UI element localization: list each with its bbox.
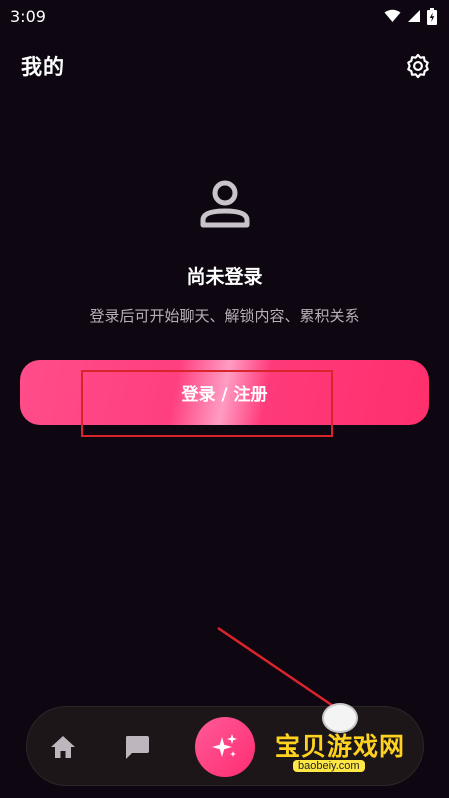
status-bar: 3:09 <box>0 0 449 32</box>
login-status: 尚未登录 <box>186 266 263 288</box>
sparkle-icon <box>212 734 237 757</box>
avatar <box>197 176 253 232</box>
battery-charging-icon <box>427 7 437 25</box>
wifi-icon <box>384 9 401 22</box>
nav-create-button[interactable] <box>195 717 255 777</box>
cell-signal-icon <box>408 10 420 22</box>
home-icon <box>51 736 75 758</box>
status-time: 3:09 <box>10 6 46 26</box>
profile-block: 尚未登录 登录后可开始聊天、解锁内容、累积关系 <box>0 176 449 326</box>
gear-icon <box>407 53 429 79</box>
bottom-nav <box>26 706 424 786</box>
login-register-label: 登录 / 注册 <box>181 385 268 405</box>
person-icon <box>200 180 249 228</box>
page-title: 我的 <box>21 55 65 79</box>
status-icons <box>384 7 437 25</box>
chat-bubble-icon <box>126 736 149 759</box>
settings-button[interactable] <box>403 51 433 81</box>
nav-chat-button[interactable] <box>117 727 157 767</box>
login-hint: 登录后可开始聊天、解锁内容、累积关系 <box>89 307 360 325</box>
nav-home-button[interactable] <box>43 727 83 767</box>
login-register-button[interactable]: 登录 / 注册 <box>20 360 429 425</box>
header: 我的 <box>0 46 449 86</box>
